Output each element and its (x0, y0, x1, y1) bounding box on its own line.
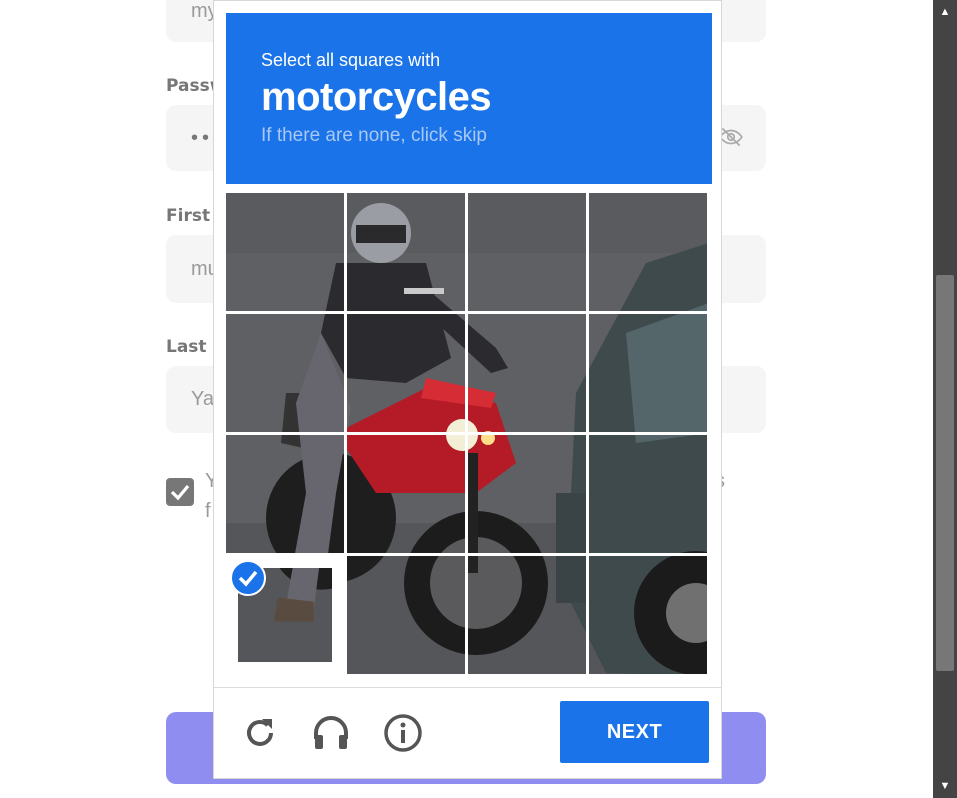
captcha-tile[interactable] (226, 193, 344, 311)
captcha-tile[interactable] (589, 193, 707, 311)
captcha-tile[interactable] (226, 314, 344, 432)
tile-image (347, 556, 465, 674)
captcha-tile[interactable] (468, 556, 586, 674)
captcha-header: Select all squares with motorcycles If t… (226, 13, 712, 184)
captcha-tile[interactable] (347, 435, 465, 553)
consent-line2-start: f (205, 500, 211, 522)
captcha-tile[interactable] (226, 435, 344, 553)
scrollbar[interactable]: ▲ ▼ (933, 0, 957, 798)
captcha-instruction: Select all squares with (261, 50, 441, 70)
tile-image (589, 556, 707, 674)
footer-divider (214, 687, 721, 688)
captcha-keyword: motorcycles (261, 75, 492, 119)
captcha-grid (226, 193, 709, 676)
tile-image (468, 435, 586, 553)
captcha-tile[interactable] (468, 435, 586, 553)
next-button[interactable]: NEXT (560, 701, 709, 763)
tile-image (468, 556, 586, 674)
captcha-tile[interactable] (226, 556, 344, 674)
tile-image (226, 314, 344, 432)
captcha-hint: If there are none, click skip (261, 125, 487, 146)
selected-check-icon (230, 560, 266, 596)
tile-image (468, 314, 586, 432)
captcha-tile[interactable] (589, 556, 707, 674)
last-name-value: Ya (191, 388, 214, 410)
tile-image (347, 314, 465, 432)
captcha-tile[interactable] (468, 314, 586, 432)
consent-checkbox[interactable] (166, 478, 194, 506)
captcha-tile[interactable] (589, 314, 707, 432)
captcha-tile[interactable] (589, 435, 707, 553)
captcha-tile[interactable] (347, 193, 465, 311)
password-value: •• (191, 126, 214, 149)
captcha-tile[interactable] (347, 314, 465, 432)
scroll-down-arrow-icon[interactable]: ▼ (933, 774, 957, 798)
tile-image (347, 193, 465, 311)
captcha-tile[interactable] (347, 556, 465, 674)
scroll-thumb[interactable] (936, 275, 954, 671)
tile-image (347, 435, 465, 553)
tile-image (226, 193, 344, 311)
tile-image (226, 435, 344, 553)
captcha-tile[interactable] (468, 193, 586, 311)
tile-image (589, 435, 707, 553)
tile-image (589, 314, 707, 432)
reload-icon[interactable] (240, 713, 280, 753)
info-icon[interactable] (383, 713, 423, 753)
scroll-up-arrow-icon[interactable]: ▲ (933, 0, 957, 24)
captcha-challenge: Select all squares with motorcycles If t… (213, 0, 722, 779)
tile-image (589, 193, 707, 311)
audio-icon[interactable] (311, 713, 351, 753)
tile-image (468, 193, 586, 311)
checkmark-icon (170, 484, 190, 501)
